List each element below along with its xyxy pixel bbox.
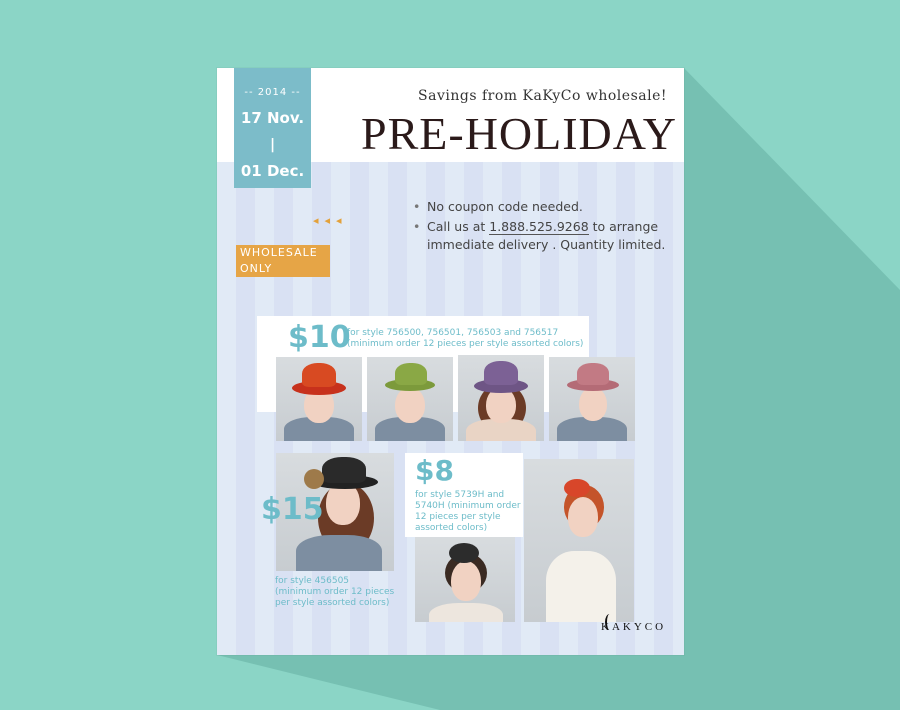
offer-15-note: for style 456505 (minimum order 12 piece…	[275, 576, 425, 609]
offer-15-note-line1: for style 456505	[275, 576, 350, 586]
date-end: 01 Dec.	[240, 162, 305, 180]
offer-8-note: for style 5739H and 5740H (minimum order…	[415, 490, 525, 534]
product-photo	[549, 357, 635, 441]
bullet-item: No coupon code needed.	[413, 198, 673, 216]
arrow-icons: ◂◂◂	[313, 214, 348, 227]
product-photo	[276, 357, 362, 441]
offer-8-note-line2: 5740H (minimum order	[415, 501, 521, 511]
bullet-item: Call us at 1.888.525.9268 to arrange imm…	[413, 218, 673, 254]
model-face	[568, 497, 598, 537]
bullet-prefix: Call us at	[427, 219, 490, 234]
hat-crown	[322, 457, 366, 483]
offer-15-price: $15	[261, 492, 324, 527]
product-photo	[415, 537, 515, 622]
date-separator: |	[269, 137, 276, 153]
offer-8-note-line1: for style 5739H and	[415, 490, 505, 500]
headline: PRE-HOLIDAY	[361, 108, 677, 159]
offer-10-note: for style 756500, 756501, 756503 and 756…	[347, 328, 587, 350]
product-photo	[367, 357, 453, 441]
offer-8-note-line4: assorted colors)	[415, 523, 488, 533]
product-photo	[458, 355, 544, 441]
hat-crown	[577, 363, 609, 385]
flyer: -- 2014 -- 17 Nov. | 01 Dec. Savings fro…	[217, 68, 684, 655]
date-start: 17 Nov.	[240, 109, 305, 127]
product-photo	[524, 459, 634, 622]
wholesale-line2: ONLY	[240, 262, 273, 275]
bullet-list: No coupon code needed. Call us at 1.888.…	[413, 198, 673, 256]
offer-8-price: $8	[415, 454, 454, 487]
model-face	[395, 387, 425, 423]
model-face	[451, 561, 481, 601]
fascinator	[564, 479, 590, 497]
fascinator	[449, 543, 479, 563]
hat-crown	[302, 363, 336, 387]
date-box: -- 2014 -- 17 Nov. | 01 Dec.	[234, 68, 311, 188]
wholesale-line1: WHOLESALE	[240, 246, 318, 259]
hat-flower	[304, 469, 324, 489]
offer-10-price: $10	[288, 320, 351, 355]
hat-crown	[484, 361, 518, 385]
offer-15-note-line3: per style assorted colors)	[275, 598, 390, 608]
model-shoulders	[296, 535, 382, 571]
model-face	[579, 387, 607, 421]
wholesale-badge: WHOLESALE ONLY	[236, 245, 330, 277]
hat-crown	[395, 363, 427, 385]
offer-10-note-line2: (minimum order 12 pieces per style assor…	[347, 339, 584, 349]
offer-10-note-line1: for style 756500, 756501, 756503 and 756…	[347, 328, 559, 338]
date-year: -- 2014 --	[244, 87, 301, 98]
phone-link[interactable]: 1.888.525.9268	[489, 219, 589, 235]
offer-8-note-line3: 12 pieces per style	[415, 512, 501, 522]
bullet-text: No coupon code needed.	[427, 199, 583, 214]
offer-15-note-line2: (minimum order 12 pieces	[275, 587, 395, 597]
model-shoulders	[546, 551, 616, 622]
model-shoulders	[429, 603, 503, 622]
tagline: Savings from KaKyCo wholesale!	[418, 88, 667, 104]
brand-logo: KAKYCO	[601, 621, 667, 633]
